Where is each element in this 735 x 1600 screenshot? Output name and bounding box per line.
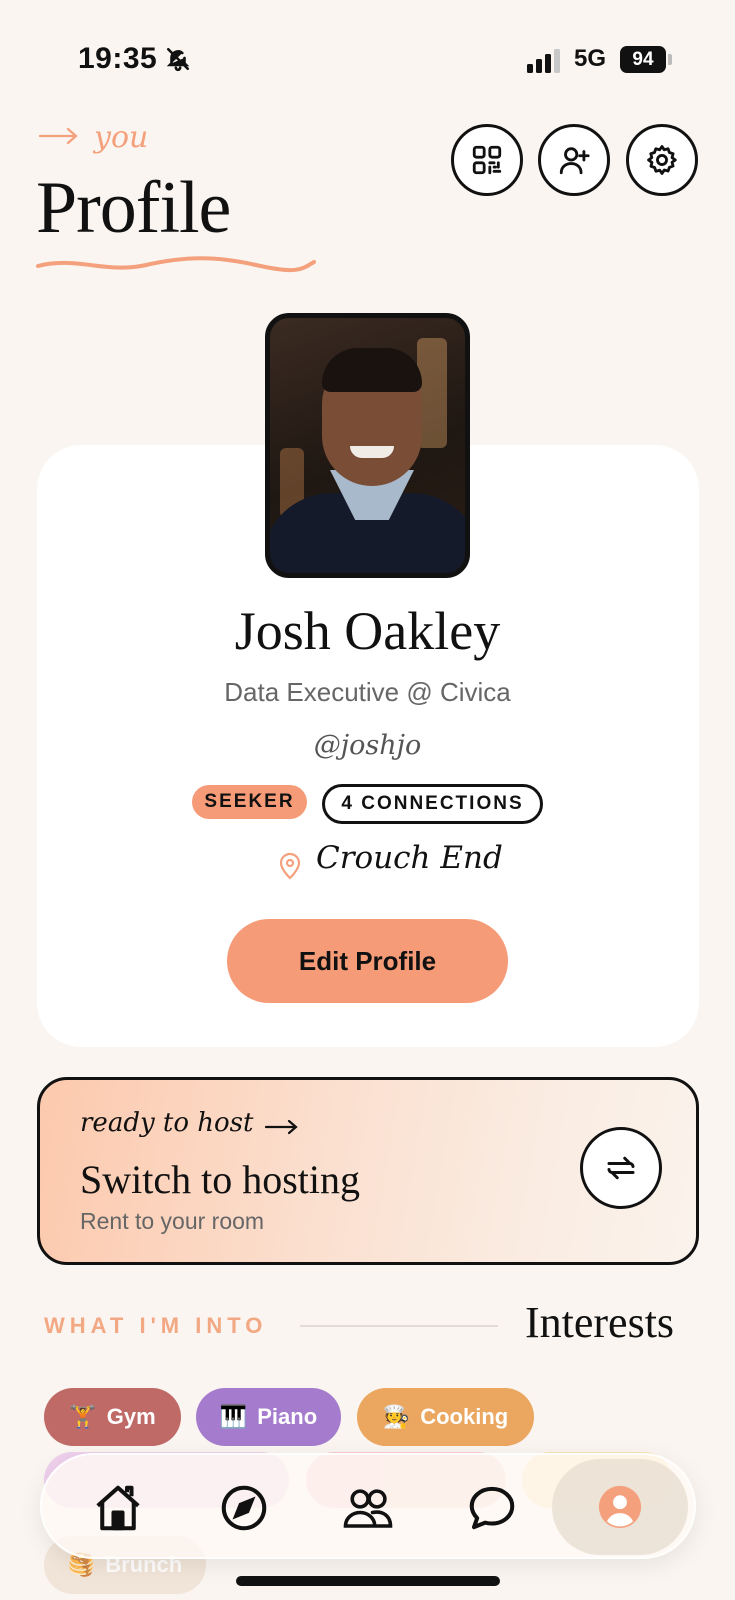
bell-muted-icon bbox=[166, 47, 190, 72]
title-underline-squiggle bbox=[36, 256, 316, 273]
gear-icon bbox=[647, 145, 677, 175]
interest-chip-cooking[interactable]: 🧑‍🍳 Cooking bbox=[357, 1388, 534, 1446]
arrow-right-icon bbox=[38, 127, 78, 145]
location-pin-icon bbox=[279, 852, 301, 880]
chip-label: Piano bbox=[257, 1404, 318, 1429]
location-text: Crouch End bbox=[316, 840, 503, 876]
arrow-right-icon bbox=[264, 1119, 298, 1134]
profile-icon bbox=[598, 1485, 642, 1529]
compass-icon bbox=[221, 1485, 267, 1531]
people-icon bbox=[343, 1489, 393, 1528]
piano-icon: 🎹 bbox=[219, 1404, 248, 1429]
qr-code-icon bbox=[472, 145, 502, 175]
add-person-icon bbox=[559, 147, 590, 175]
battery-tip bbox=[668, 54, 672, 65]
chat-icon bbox=[469, 1486, 515, 1530]
profile-name: Josh Oakley bbox=[234, 601, 501, 661]
host-title: Switch to hosting bbox=[80, 1157, 361, 1202]
seeker-badge: SEEKER bbox=[192, 785, 307, 819]
connections-badge[interactable]: 4 CONNECTIONS bbox=[322, 784, 543, 824]
weightlifter-icon: 🏋️ bbox=[69, 1404, 97, 1429]
bottom-nav bbox=[40, 1453, 696, 1559]
avatar bbox=[265, 313, 470, 578]
qr-code-button[interactable] bbox=[451, 124, 523, 196]
interest-chip-piano[interactable]: 🎹 Piano bbox=[196, 1388, 341, 1446]
settings-button[interactable] bbox=[626, 124, 698, 196]
chip-label: Cooking bbox=[420, 1404, 509, 1429]
header-eyebrow-text: you bbox=[94, 120, 149, 155]
profile-role: Data Executive @ Civica bbox=[224, 677, 511, 707]
nav-chat[interactable] bbox=[452, 1468, 532, 1548]
host-eyebrow: ready to host bbox=[80, 1108, 300, 1138]
status-bar: 19:35 5G 94 bbox=[0, 0, 735, 120]
nav-profile[interactable] bbox=[552, 1459, 688, 1555]
profile-handle: @joshjo bbox=[313, 730, 422, 761]
host-subtitle: Rent to your room bbox=[80, 1208, 265, 1234]
chef-icon: 🧑‍🍳 bbox=[382, 1404, 411, 1429]
interests-section-label: WHAT I'M INTO bbox=[44, 1313, 268, 1338]
switch-mode-button[interactable] bbox=[580, 1127, 662, 1209]
home-icon bbox=[96, 1485, 140, 1531]
interests-title: Interests bbox=[525, 1298, 675, 1347]
interest-chip-gym[interactable]: 🏋️ Gym bbox=[44, 1388, 181, 1446]
page-title: Profile bbox=[36, 167, 231, 249]
chip-label: Gym bbox=[106, 1404, 156, 1429]
nav-home[interactable] bbox=[78, 1468, 158, 1548]
swap-arrows-icon bbox=[607, 1156, 635, 1180]
add-friend-button[interactable] bbox=[538, 124, 610, 196]
battery-icon: 94 bbox=[620, 46, 666, 73]
status-time: 19:35 bbox=[78, 42, 158, 75]
host-eyebrow-text: ready to host bbox=[80, 1108, 254, 1138]
network-label: 5G bbox=[574, 45, 607, 72]
signal-icon bbox=[527, 49, 560, 73]
home-indicator bbox=[236, 1576, 500, 1586]
edit-profile-button[interactable]: Edit Profile bbox=[227, 919, 508, 1003]
section-divider bbox=[300, 1325, 498, 1327]
switch-to-hosting-card[interactable]: ready to host Switch to hosting Rent to … bbox=[37, 1077, 699, 1265]
nav-people[interactable] bbox=[328, 1468, 408, 1548]
nav-explore[interactable] bbox=[204, 1468, 284, 1548]
